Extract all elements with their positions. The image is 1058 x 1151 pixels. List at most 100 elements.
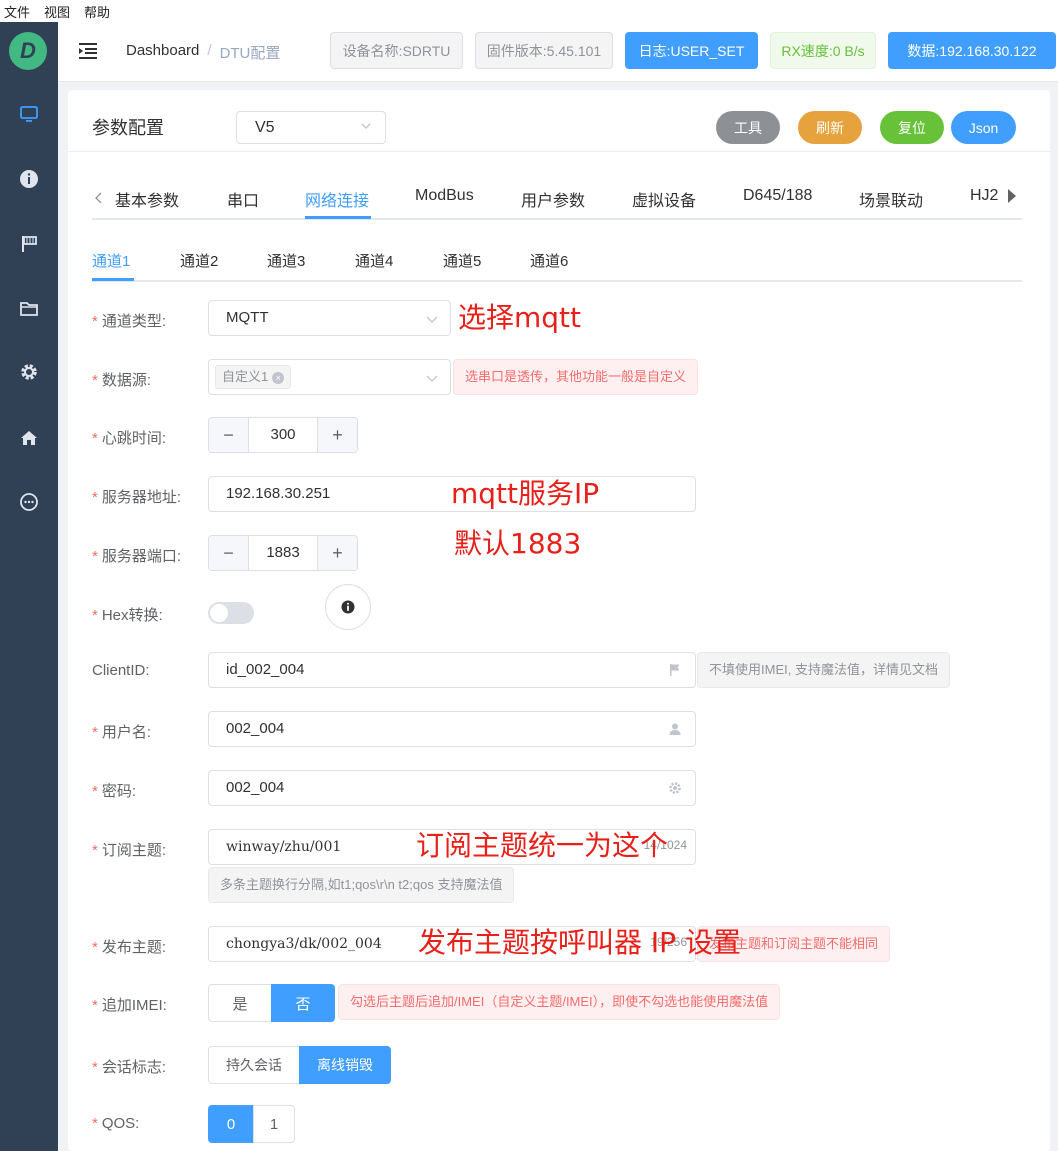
username-value: 002_004 <box>226 720 285 737</box>
required-mark: * <box>92 1059 98 1076</box>
qos-label: * QOS: <box>92 1115 139 1132</box>
breadcrumb-home[interactable]: Dashboard <box>126 42 199 63</box>
qos-label-text: QOS: <box>101 1115 140 1132</box>
menu-view[interactable]: 视图 <box>44 2 70 21</box>
session-label: * 会话标志: <box>92 1056 166 1077</box>
tab-modbus[interactable]: ModBus <box>415 187 474 205</box>
channel-tabs: 通道1 通道2 通道3 通道4 通道5 通道6 <box>92 240 1022 282</box>
main-tabs: 基本参数 串口 网络连接 ModBus 用户参数 虚拟设备 D645/188 场… <box>92 170 1022 220</box>
password-value: 002_004 <box>226 779 285 796</box>
password-input[interactable]: 002_004 <box>208 770 696 806</box>
row-username: * 用户名: 002_004 <box>68 711 1050 751</box>
row-heartbeat: * 心跳时间: − 300 + <box>68 417 1050 457</box>
tools-button[interactable]: 工具 <box>716 111 780 144</box>
flag-icon[interactable] <box>17 232 41 256</box>
server-port-value[interactable]: 1883 <box>249 536 317 570</box>
required-mark: * <box>92 607 98 624</box>
tab-channel-1[interactable]: 通道1 <box>92 250 130 271</box>
subscribe-value: winway/zhu/001 <box>226 839 342 855</box>
tab-channel-4[interactable]: 通道4 <box>355 250 393 271</box>
json-button[interactable]: Json <box>951 111 1016 144</box>
tab-scene[interactable]: 场景联动 <box>859 187 923 211</box>
row-publish: * 发布主题: chongya3/dk/002_004 19/256 发布主题和订… <box>68 926 1050 966</box>
data-source-select[interactable]: 自定义1 × <box>208 359 451 395</box>
folder-icon[interactable] <box>17 297 41 321</box>
channel-tab-indicator <box>92 278 134 281</box>
tab-basic[interactable]: 基本参数 <box>115 187 179 211</box>
page-title: 参数配置 <box>92 118 164 138</box>
session-offline-destroy[interactable]: 离线销毁 <box>299 1046 391 1084</box>
server-address-value: 192.168.30.251 <box>226 485 331 502</box>
tab-hj2[interactable]: HJ2 <box>970 187 998 205</box>
qos-1[interactable]: 1 <box>253 1105 295 1143</box>
chevron-down-icon <box>361 123 371 129</box>
server-port-plus-button[interactable]: + <box>317 536 357 570</box>
annotation-default-port: 默认1883 <box>454 527 582 560</box>
heartbeat-stepper: − 300 + <box>208 417 358 453</box>
chevron-left-icon[interactable] <box>95 192 103 204</box>
firmware-tag: 固件版本:5.45.101 <box>475 32 613 69</box>
append-imei-yes[interactable]: 是 <box>208 984 272 1022</box>
info-icon[interactable] <box>325 584 371 630</box>
session-radio-group: 持久会话 离线销毁 <box>208 1046 391 1084</box>
chevron-down-icon <box>426 375 438 382</box>
required-mark: * <box>92 842 98 859</box>
row-subscribe: * 订阅主题: winway/zhu/001 14/1024 多条主题换行分隔,如… <box>68 829 1050 909</box>
tab-d645[interactable]: D645/188 <box>743 187 812 205</box>
data-source-label-text: 数据源: <box>101 372 152 389</box>
required-mark: * <box>92 548 98 565</box>
refresh-button[interactable]: 刷新 <box>798 111 862 144</box>
app-logo[interactable]: D <box>9 32 47 70</box>
breadcrumb-current: DTU配置 <box>219 45 281 62</box>
menu-file[interactable]: 文件 <box>4 2 30 21</box>
channel-type-label-text: 通道类型: <box>101 313 167 330</box>
chevron-down-icon <box>426 316 438 323</box>
client-id-hint: 不填使用IMEI, 支持魔法值，详情见文档 <box>697 652 950 688</box>
tab-user-params[interactable]: 用户参数 <box>521 187 585 211</box>
append-imei-no[interactable]: 否 <box>271 984 335 1022</box>
version-select[interactable]: V5 <box>236 111 386 144</box>
subscribe-hint: 多条主题换行分隔,如t1;qos\r\n t2;qos 支持魔法值 <box>208 867 515 903</box>
annotation-publish: 发布主题按呼叫器 IP 设置 <box>418 926 741 959</box>
required-mark: * <box>92 997 98 1014</box>
data-source-hint: 选串口是透传，其他功能一般是自定义 <box>453 359 699 395</box>
data-tag[interactable]: 数据:192.168.30.122 <box>888 32 1056 69</box>
log-tag[interactable]: 日志:USER_SET <box>625 32 758 69</box>
heartbeat-minus-button[interactable]: − <box>209 418 249 452</box>
channel-type-select[interactable]: MQTT <box>208 300 451 336</box>
gear-icon[interactable] <box>17 360 41 384</box>
tab-virtual-device[interactable]: 虚拟设备 <box>632 187 696 211</box>
heartbeat-value[interactable]: 300 <box>249 418 317 452</box>
heartbeat-plus-button[interactable]: + <box>317 418 357 452</box>
device-name-tag: 设备名称:SDRTU <box>330 32 463 69</box>
home-icon[interactable] <box>17 426 41 450</box>
qos-0[interactable]: 0 <box>208 1105 254 1143</box>
server-port-label: * 服务器端口: <box>92 545 181 566</box>
required-mark: * <box>92 430 98 447</box>
hamburger-icon[interactable] <box>78 41 98 61</box>
monitor-icon[interactable] <box>17 102 41 126</box>
hex-toggle[interactable] <box>208 602 254 624</box>
session-persistent[interactable]: 持久会话 <box>208 1046 300 1084</box>
server-port-minus-button[interactable]: − <box>209 536 249 570</box>
channel-type-label: * 通道类型: <box>92 310 166 331</box>
required-mark: * <box>92 939 98 956</box>
tab-network[interactable]: 网络连接 <box>305 187 369 211</box>
reset-button[interactable]: 复位 <box>880 111 944 144</box>
tab-channel-3[interactable]: 通道3 <box>267 250 305 271</box>
menu-help[interactable]: 帮助 <box>84 2 110 21</box>
username-input[interactable]: 002_004 <box>208 711 696 747</box>
tab-channel-2[interactable]: 通道2 <box>180 250 218 271</box>
append-imei-hint: 勾选后主题后追加/IMEI（自定义主题/IMEI），即使不勾选也能使用魔法值 <box>338 984 781 1020</box>
tab-channel-5[interactable]: 通道5 <box>443 250 481 271</box>
chevron-right-icon[interactable] <box>1008 189 1016 203</box>
breadcrumb: Dashboard / DTU配置 <box>126 42 280 63</box>
tab-serial[interactable]: 串口 <box>227 187 259 211</box>
client-id-input[interactable]: id_002_004 <box>208 652 696 688</box>
row-password: * 密码: 002_004 <box>68 770 1050 810</box>
chip-close-icon[interactable]: × <box>272 372 285 384</box>
info-icon[interactable] <box>17 167 41 191</box>
chat-icon[interactable] <box>17 490 41 514</box>
qos-radio-group: 0 1 <box>208 1105 295 1143</box>
tab-channel-6[interactable]: 通道6 <box>530 250 568 271</box>
